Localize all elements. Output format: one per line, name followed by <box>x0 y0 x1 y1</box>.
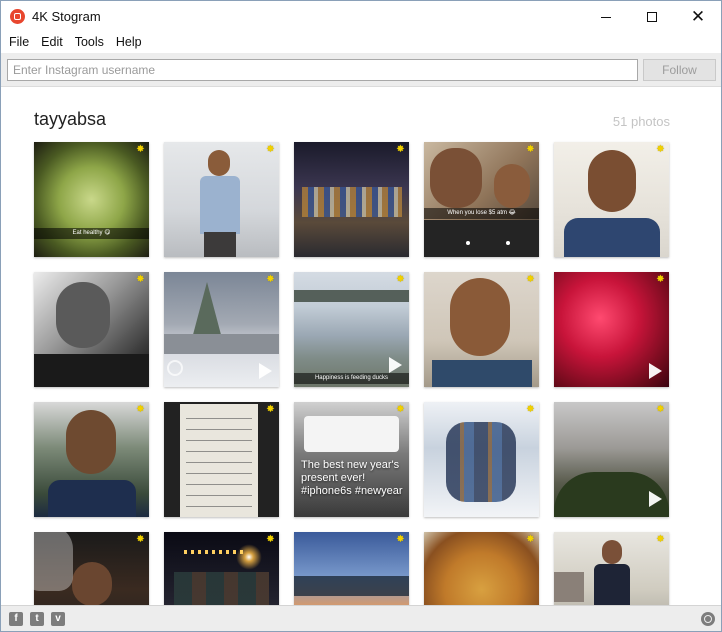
close-button[interactable]: ✕ <box>675 1 721 32</box>
star-icon: ✸ <box>656 274 665 285</box>
play-icon <box>389 357 402 373</box>
photo-tile-man-suit[interactable]: ✸ <box>554 532 669 605</box>
star-icon: ✸ <box>396 534 405 545</box>
photo-tile-selfie-outdoor[interactable]: ✸ <box>34 402 149 517</box>
follow-button[interactable]: Follow <box>643 59 716 81</box>
profile-username: tayyabsa <box>34 109 107 129</box>
photo-tile-quran-text[interactable]: ✸ <box>164 402 279 517</box>
vimeo-icon[interactable]: v <box>51 612 65 626</box>
menu-bar: File Edit Tools Help <box>1 32 721 53</box>
play-icon <box>649 491 662 507</box>
menu-edit[interactable]: Edit <box>35 32 69 53</box>
photo-tile-lake-ducks[interactable]: Happiness is feeding ducks ✸ <box>294 272 409 387</box>
close-icon: ✕ <box>690 7 706 26</box>
app-logo-icon <box>10 9 25 24</box>
photo-tile-selfie-indoor[interactable]: ✸ <box>554 142 669 257</box>
search-bar: Follow <box>1 53 721 87</box>
carousel-dot <box>466 241 470 245</box>
menu-help[interactable]: Help <box>110 32 148 53</box>
star-icon: ✸ <box>396 274 405 285</box>
photo-tile-selfie-two-men[interactable]: When you lose $5 atm 😂 ✸ <box>424 142 539 257</box>
menu-tools[interactable]: Tools <box>69 32 110 53</box>
minimize-button[interactable] <box>583 1 629 32</box>
star-icon: ✸ <box>266 404 275 415</box>
photo-tile-salad[interactable]: ✸ Eat healthy 😋 <box>34 142 149 257</box>
star-icon: ✸ <box>136 534 145 545</box>
star-icon: ✸ <box>526 274 535 285</box>
photo-tile-sunset-trees[interactable]: ✸ <box>294 532 409 605</box>
photo-tile-car-selfie-bw[interactable]: ✸ <box>34 272 149 387</box>
star-icon: ✸ <box>656 144 665 155</box>
photo-caption: Happiness is feeding ducks <box>294 373 409 384</box>
facebook-icon[interactable]: f <box>9 612 23 626</box>
star-icon: ✸ <box>266 534 275 545</box>
star-icon: ✸ <box>526 534 535 545</box>
star-icon: ✸ <box>656 404 665 415</box>
star-icon: ✸ <box>526 404 535 415</box>
photo-tile-man-dark[interactable]: ✸ <box>34 532 149 605</box>
star-icon: ✸ <box>266 274 275 285</box>
star-icon: ✸ <box>526 144 535 155</box>
menu-file[interactable]: File <box>3 32 35 53</box>
photo-tile-selfie-closeup[interactable]: ✸ <box>424 272 539 387</box>
twitter-icon[interactable]: t <box>30 612 44 626</box>
photo-tile-red-fabric[interactable]: ✸ <box>554 272 669 387</box>
photo-tile-man-standing[interactable]: ✸ <box>164 142 279 257</box>
photo-tile-snowy-tree[interactable]: ✸ <box>164 272 279 387</box>
star-icon: ✸ <box>656 534 665 545</box>
star-icon: ✸ <box>136 404 145 415</box>
globe-icon[interactable] <box>701 612 715 626</box>
photo-tile-winter-garden[interactable]: ✸ <box>554 402 669 517</box>
window-title: 4K Stogram <box>32 9 101 24</box>
photo-tile-fireworks-group[interactable]: ✸ <box>164 532 279 605</box>
photo-caption: Eat healthy 😋 <box>34 228 149 239</box>
app-window: 4K Stogram ✕ File Edit Tools Help Follow… <box>0 0 722 632</box>
photo-tile-iphone-box[interactable]: The best new year's present ever! #iphon… <box>294 402 409 517</box>
star-icon: ✸ <box>266 144 275 155</box>
maximize-button[interactable] <box>629 1 675 32</box>
photo-feed[interactable]: tayyabsa 51 photos ✸ Eat healthy 😋 ✸ ✸ W… <box>1 88 721 605</box>
photo-tile-group-snow[interactable]: ✸ <box>424 402 539 517</box>
photo-tile-biryani[interactable]: ✸ <box>424 532 539 605</box>
star-icon: ✸ <box>136 274 145 285</box>
username-search-input[interactable] <box>7 59 638 81</box>
carousel-dot <box>506 241 510 245</box>
maximize-icon <box>647 11 657 22</box>
status-bar: f t v <box>1 605 721 631</box>
title-bar[interactable]: 4K Stogram ✕ <box>1 1 721 32</box>
photo-caption-overlay: The best new year's present ever! #iphon… <box>301 459 403 497</box>
minimize-icon <box>601 17 611 18</box>
photo-count: 51 photos <box>612 114 670 129</box>
star-icon: ✸ <box>136 144 145 155</box>
star-icon: ✸ <box>396 144 405 155</box>
photo-tile-casino[interactable]: ✸ <box>294 142 409 257</box>
play-icon <box>259 363 272 379</box>
play-icon <box>649 363 662 379</box>
star-icon: ✸ <box>396 404 405 415</box>
photo-caption: When you lose $5 atm 😂 <box>424 208 539 219</box>
